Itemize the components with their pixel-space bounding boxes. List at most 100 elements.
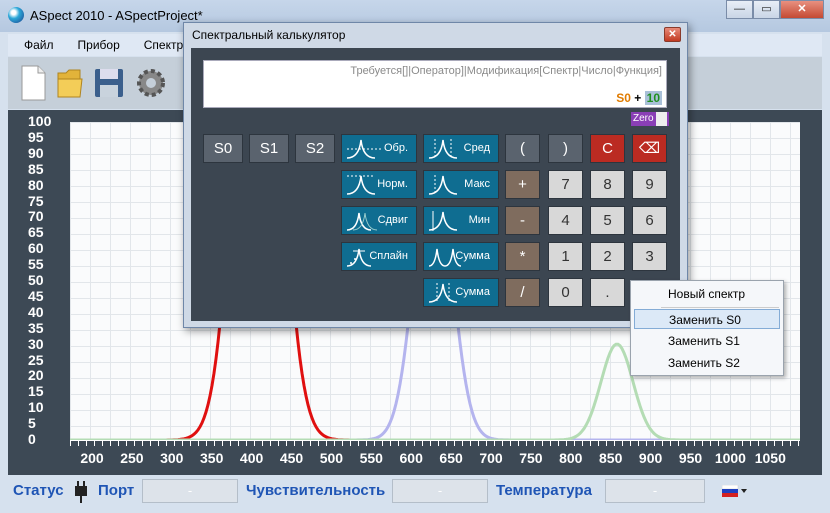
y-tick-label: 95 (28, 128, 44, 145)
key-0[interactable]: 0 (548, 278, 583, 307)
sensitivity-label: Чувствительность (246, 482, 386, 499)
max-graph-icon (428, 175, 458, 195)
save-icon[interactable] (90, 63, 128, 103)
lparen-button[interactable]: ( (505, 134, 540, 163)
calculator-display[interactable]: Требуется[]|Оператор]|Модификация[Спектр… (203, 60, 667, 108)
s2-button[interactable]: S2 (295, 134, 335, 163)
menu-file[interactable]: Файл (8, 34, 62, 56)
menu-new-spectrum[interactable]: Новый спектр (634, 284, 780, 304)
average-button[interactable]: Сред (423, 134, 499, 163)
port-field[interactable]: - (142, 479, 238, 503)
x-tick-label: 800 (559, 450, 583, 466)
key-5[interactable]: 5 (590, 206, 625, 235)
min-label: Мин (468, 214, 490, 226)
s1-button[interactable]: S1 (249, 134, 289, 163)
key-6[interactable]: 6 (632, 206, 667, 235)
plug-icon (70, 480, 92, 507)
language-flag-icon[interactable] (721, 484, 748, 500)
dialog-close-button[interactable]: ✕ (664, 27, 681, 42)
x-tick-label: 850 (599, 450, 623, 466)
x-tick-label: 200 (80, 450, 104, 466)
y-tick-label: 25 (28, 351, 44, 368)
y-tick-label: 60 (28, 240, 44, 257)
max-label: Макс (464, 178, 490, 190)
y-tick-label: 55 (28, 256, 44, 273)
key-7[interactable]: 7 (548, 170, 583, 199)
spline-graph-icon (346, 248, 372, 267)
x-tick-label: 1050 (754, 450, 786, 466)
sensitivity-field[interactable]: - (392, 479, 488, 503)
context-menu: Новый спектр Заменить S0 Заменить S1 Зам… (630, 280, 784, 376)
max-button[interactable]: Макс (423, 170, 499, 199)
minus-button[interactable]: - (505, 206, 540, 235)
status-bar: Статус Порт - Чувствительность - Темпера… (0, 476, 830, 513)
key-8[interactable]: 8 (590, 170, 625, 199)
x-tick-label: 950 (678, 450, 703, 466)
y-tick-label: 20 (28, 367, 44, 384)
sum-button[interactable]: Сумма (423, 242, 499, 271)
y-tick-label: 65 (28, 224, 44, 241)
menu-replace-s2[interactable]: Заменить S2 (634, 353, 780, 373)
x-tick-label: 350 (200, 450, 224, 466)
rparen-button[interactable]: ) (548, 134, 583, 163)
x-tick-label: 750 (519, 450, 543, 466)
y-tick-label: 100 (28, 113, 52, 129)
expr-operator: + (630, 91, 645, 105)
sum-range-button[interactable]: Сумма (423, 278, 499, 307)
app-icon (8, 7, 24, 23)
spline-button[interactable]: Сплайн (341, 242, 417, 271)
min-button[interactable]: Мин (423, 206, 499, 235)
open-folder-icon[interactable] (52, 63, 90, 103)
zero-toggle[interactable]: Zero (631, 112, 669, 126)
close-button[interactable]: ✕ (780, 0, 824, 19)
y-tick-label: 0 (28, 431, 36, 447)
y-tick-label: 45 (28, 287, 44, 304)
window-controls: — ▭ ✕ (726, 0, 824, 19)
invert-label: Обр. (383, 142, 408, 154)
key-9[interactable]: 9 (632, 170, 667, 199)
clear-button[interactable]: C (590, 134, 625, 163)
shift-button[interactable]: Сдвиг (341, 206, 417, 235)
y-tick-label: 15 (28, 383, 44, 400)
y-tick-label: 90 (28, 144, 44, 161)
key-3[interactable]: 3 (632, 242, 667, 271)
y-tick-label: 75 (28, 192, 44, 209)
key-1[interactable]: 1 (548, 242, 583, 271)
status-label: Статус (13, 482, 64, 499)
expr-spectrum: S0 (616, 91, 631, 105)
menu-device[interactable]: Прибор (62, 34, 128, 56)
temperature-field[interactable]: - (605, 479, 705, 503)
menu-spectrum[interactable]: Спектр (128, 34, 191, 56)
calculator-body: Требуется[]|Оператор]|Модификация[Спектр… (191, 48, 680, 321)
menu-replace-s1[interactable]: Заменить S1 (634, 331, 780, 351)
y-tick-label: 50 (28, 272, 44, 288)
divide-button[interactable]: / (505, 278, 540, 307)
minimize-button[interactable]: — (726, 0, 753, 19)
y-tick-label: 5 (28, 415, 36, 432)
average-graph-icon (428, 139, 458, 159)
menu-separator (661, 307, 779, 308)
normalize-button[interactable]: Норм. (341, 170, 417, 199)
plus-button[interactable]: + (505, 170, 540, 199)
backspace-icon[interactable]: ⌫ (632, 134, 667, 163)
sum-graph-icon (428, 248, 462, 267)
multiply-button[interactable]: * (505, 242, 540, 271)
invert-button[interactable]: Обр. (341, 134, 417, 163)
x-tick-label: 1000 (714, 450, 746, 466)
dialog-title: Спектральный калькулятор (192, 28, 346, 42)
maximize-button[interactable]: ▭ (753, 0, 780, 19)
key-4[interactable]: 4 (548, 206, 583, 235)
s0-button[interactable]: S0 (203, 134, 243, 163)
x-tick-label: 450 (279, 450, 304, 466)
key-2[interactable]: 2 (590, 242, 625, 271)
y-tick-label: 35 (28, 319, 44, 336)
dot-button[interactable]: . (590, 278, 625, 307)
new-file-icon[interactable] (14, 63, 52, 103)
settings-gear-icon[interactable] (132, 63, 170, 103)
display-hint: Требуется[]|Оператор]|Модификация[Спектр… (350, 65, 662, 77)
min-graph-icon (428, 211, 458, 231)
x-tick-label: 650 (439, 450, 463, 466)
x-tick-label: 600 (399, 450, 423, 466)
window-title: ASpect 2010 - ASpectProject* (30, 8, 203, 23)
menu-replace-s0[interactable]: Заменить S0 (634, 309, 780, 329)
